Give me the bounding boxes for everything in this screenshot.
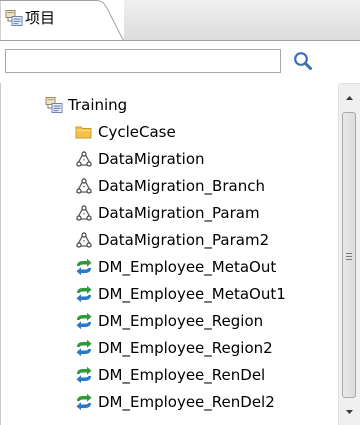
sync-arrows-icon [75,285,93,303]
sync-arrows-icon [75,312,93,330]
tree-item-dm-employee-region[interactable]: DM_Employee_Region [75,309,263,333]
tree-item-label: DM_Employee_RenDel [98,366,266,384]
tab-label: 项目 [25,9,56,27]
grip-icon [346,245,352,260]
project-tree-icon [45,96,63,114]
search-icon [294,52,312,70]
tab-project[interactable]: 项目 [0,0,124,41]
tree-item-datamigration-param[interactable]: DataMigration_Param [75,201,260,225]
tree-item-datamigration[interactable]: DataMigration [75,147,205,171]
tree-item-dm-employee-rendel2[interactable]: DM_Employee_RenDel2 [75,390,275,414]
tree-item-dm-employee-metaout1[interactable]: DM_Employee_MetaOut1 [75,282,286,306]
data-migration-icon [75,231,93,249]
tree-item-label: DataMigration [98,150,205,168]
tree-item-dm-employee-metaout[interactable]: DM_Employee_MetaOut [75,255,276,279]
project-tree-icon [5,9,23,27]
tree-item-dm-employee-region2[interactable]: DM_Employee_Region2 [75,336,273,360]
tree-item-datamigration-param2[interactable]: DataMigration_Param2 [75,228,269,252]
sync-arrows-icon [75,366,93,384]
folder-icon [75,123,93,141]
tree-root-training[interactable]: Training [45,93,127,117]
tree-item-label: DM_Employee_MetaOut1 [98,285,286,303]
project-tree: Training CycleCase DataMigration DataMig… [0,83,340,425]
tree-item-label: DM_Employee_MetaOut [98,258,277,276]
tree-item-datamigration-branch[interactable]: DataMigration_Branch [75,174,265,198]
data-migration-icon [75,177,93,195]
tree-item-cyclecase[interactable]: CycleCase [75,120,176,144]
search-button[interactable] [290,49,316,73]
tree-item-label: DM_Employee_RenDel2 [98,393,275,411]
tree-item-label: DM_Employee_Region2 [98,339,273,357]
sync-arrows-icon [75,339,93,357]
sync-arrows-icon [75,258,93,276]
tree-item-label: DataMigration_Param2 [98,231,270,249]
scroll-up-arrow-icon[interactable] [339,88,360,108]
tree-item-label: DataMigration_Branch [98,177,265,195]
scroll-down-arrow-icon[interactable] [339,402,360,422]
project-explorer-panel: 项目 Training CycleCase DataMigration Data… [0,0,360,425]
scrollbar-thumb[interactable] [342,112,356,398]
tree-item-label: Training [68,96,128,114]
tree-item-label: DataMigration_Param [98,204,260,222]
data-migration-icon [75,204,93,222]
tree-item-label: DM_Employee_Region [98,312,264,330]
search-row [0,41,360,83]
search-input[interactable] [5,49,281,73]
tree-item-dm-employee-rendel[interactable]: DM_Employee_RenDel [75,363,265,387]
tree-item-label: CycleCase [98,123,176,141]
sync-arrows-icon [75,393,93,411]
data-migration-icon [75,150,93,168]
vertical-scrollbar[interactable] [338,84,360,425]
